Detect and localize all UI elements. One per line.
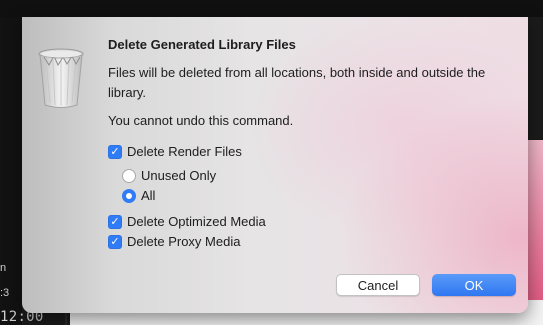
option-label: Unused Only: [141, 168, 217, 183]
trash-icon: [36, 47, 86, 116]
option-label: Delete Proxy Media: [127, 234, 241, 249]
side-mark: :3: [0, 287, 10, 299]
dialog-title: Delete Generated Library Files: [108, 37, 296, 52]
cancel-button[interactable]: Cancel: [336, 274, 420, 296]
dialog-message: Files will be deleted from all locations…: [108, 65, 486, 100]
checkbox-checked-icon[interactable]: ✓: [108, 214, 122, 229]
radio-unselected-icon[interactable]: [122, 168, 136, 183]
option-label: Delete Render Files: [127, 144, 242, 159]
dialog-warning: You cannot undo this command.: [108, 113, 294, 128]
delete-proxy-media-option[interactable]: ✓ Delete Proxy Media: [108, 234, 240, 249]
option-label: Delete Optimized Media: [127, 214, 266, 229]
checkbox-checked-icon[interactable]: ✓: [108, 234, 122, 249]
delete-render-files-option[interactable]: ✓ Delete Render Files: [108, 144, 242, 159]
all-option[interactable]: All: [122, 188, 155, 203]
unused-only-option[interactable]: Unused Only: [122, 168, 216, 183]
ok-button[interactable]: OK: [432, 274, 516, 296]
side-mark: n: [0, 262, 7, 274]
app-left-panel: [0, 17, 22, 325]
app-top-bar: [0, 0, 543, 17]
radio-selected-icon[interactable]: [122, 188, 136, 203]
delete-optimized-media-option[interactable]: ✓ Delete Optimized Media: [108, 214, 266, 229]
checkbox-checked-icon[interactable]: ✓: [108, 144, 122, 159]
delete-generated-files-dialog: Delete Generated Library Files Files wil…: [22, 17, 528, 313]
option-label: All: [141, 188, 156, 203]
